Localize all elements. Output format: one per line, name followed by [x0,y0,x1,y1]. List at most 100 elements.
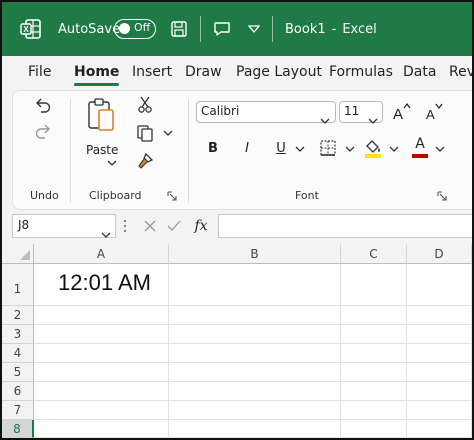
ribbon-home: Undo Paste Clipboard Calibri 11 A A B I … [12,90,472,210]
italic-button[interactable]: I [237,137,257,159]
excel-window: X AutoSave Off Book1 - Excel File Home I… [0,0,474,440]
app-name: Excel [342,21,377,37]
row-header-8[interactable]: 8 [2,420,34,438]
undo-group-label: Undo [30,189,59,202]
row-header-7[interactable]: 7 [2,401,34,420]
cell-b4[interactable] [169,344,341,363]
copy-dropdown-icon[interactable] [161,127,175,139]
cell-a2[interactable] [34,306,169,325]
svg-text:A: A [426,107,435,122]
name-box[interactable]: J8 [12,214,116,238]
undo-icon[interactable] [31,95,55,117]
customize-quick-access-icon[interactable] [248,2,260,56]
fill-color-icon[interactable] [361,135,385,161]
name-box-chevron-icon[interactable] [101,223,111,242]
cell-c2[interactable] [341,306,407,325]
clipboard-launcher-icon[interactable] [166,190,178,202]
save-icon[interactable] [170,2,188,56]
cut-icon[interactable] [135,95,155,115]
font-name-chevron-icon [320,109,330,128]
borders-dropdown-icon[interactable] [343,143,357,155]
cell-a7[interactable] [34,401,169,420]
cell-a3[interactable] [34,325,169,344]
cell-a4[interactable] [34,344,169,363]
cell-d4[interactable] [407,344,472,363]
comment-icon[interactable] [212,2,232,56]
cell-b1[interactable] [169,264,341,306]
cell-d3[interactable] [407,325,472,344]
row-header-5[interactable]: 5 [2,363,34,382]
row-header-1[interactable]: 1 [2,264,34,306]
formula-bar-grip-icon[interactable] [120,218,130,234]
decrease-font-size-icon[interactable]: A [421,99,445,125]
redo-icon[interactable] [31,121,55,143]
tab-home[interactable]: Home [74,56,120,88]
cell-a8[interactable] [34,420,169,438]
tab-insert[interactable]: Insert [132,56,172,88]
tab-file[interactable]: File [28,56,51,88]
cell-c8[interactable] [341,420,407,438]
cell-d7[interactable] [407,401,472,420]
paste-icon[interactable] [85,95,117,135]
copy-icon[interactable] [135,123,155,143]
cell-b7[interactable] [169,401,341,420]
underline-dropdown-icon[interactable] [293,143,307,155]
cell-c6[interactable] [341,382,407,401]
cell-d5[interactable] [407,363,472,382]
column-header-a[interactable]: A [34,244,169,264]
cell-d8[interactable] [407,420,472,438]
excel-logo-icon: X [20,2,42,56]
tab-review[interactable]: Rev [449,56,472,88]
fill-color-dropdown-icon[interactable] [387,143,401,155]
autosave-toggle[interactable]: Off [114,2,156,56]
tab-draw[interactable]: Draw [185,56,222,88]
paste-dropdown-icon[interactable] [105,157,119,169]
row-header-4[interactable]: 4 [2,344,34,363]
cell-b2[interactable] [169,306,341,325]
cell-c4[interactable] [341,344,407,363]
row-header-2[interactable]: 2 [2,306,34,325]
underline-button[interactable]: U [271,137,291,159]
formula-input[interactable] [218,214,472,238]
cell-d6[interactable] [407,382,472,401]
tab-page-layout[interactable]: Page Layout [236,56,322,88]
select-all-button[interactable] [2,244,34,264]
insert-function-button[interactable]: fx [189,216,213,236]
ribbon-tabs: File Home Insert Draw Page Layout Formul… [2,56,472,88]
name-box-value: J8 [18,218,30,232]
font-name-select[interactable]: Calibri [196,101,336,124]
borders-icon[interactable] [317,137,339,159]
column-header-d[interactable]: D [407,244,472,264]
font-size-select[interactable]: 11 [339,101,383,124]
cell-c7[interactable] [341,401,407,420]
cell-b8[interactable] [169,420,341,438]
cell-c1[interactable] [341,264,407,306]
titlebar-separator [200,2,201,56]
confirm-entry-icon[interactable] [164,216,184,236]
cell-b3[interactable] [169,325,341,344]
row-header-6[interactable]: 6 [2,382,34,401]
tab-formulas[interactable]: Formulas [329,56,393,88]
cell-a6[interactable] [34,382,169,401]
cancel-entry-icon[interactable] [140,216,160,236]
paste-button-label[interactable]: Paste [86,143,118,157]
cell-d1[interactable] [407,264,472,306]
format-painter-icon[interactable] [135,151,155,171]
increase-font-size-icon[interactable]: A [389,99,413,125]
cell-b5[interactable] [169,363,341,382]
autosave-state: Off [134,21,151,34]
cell-c3[interactable] [341,325,407,344]
row-header-3[interactable]: 3 [2,325,34,344]
column-header-c[interactable]: C [341,244,407,264]
font-color-button[interactable]: A [409,133,431,161]
cell-b6[interactable] [169,382,341,401]
cell-d2[interactable] [407,306,472,325]
column-header-b[interactable]: B [169,244,341,264]
cell-a5[interactable] [34,363,169,382]
font-color-dropdown-icon[interactable] [433,143,447,155]
tab-data[interactable]: Data [403,56,436,88]
cell-a1[interactable]: 12:01 AM [34,264,169,306]
cell-c5[interactable] [341,363,407,382]
font-launcher-icon[interactable] [436,190,448,202]
bold-button[interactable]: B [203,137,223,159]
